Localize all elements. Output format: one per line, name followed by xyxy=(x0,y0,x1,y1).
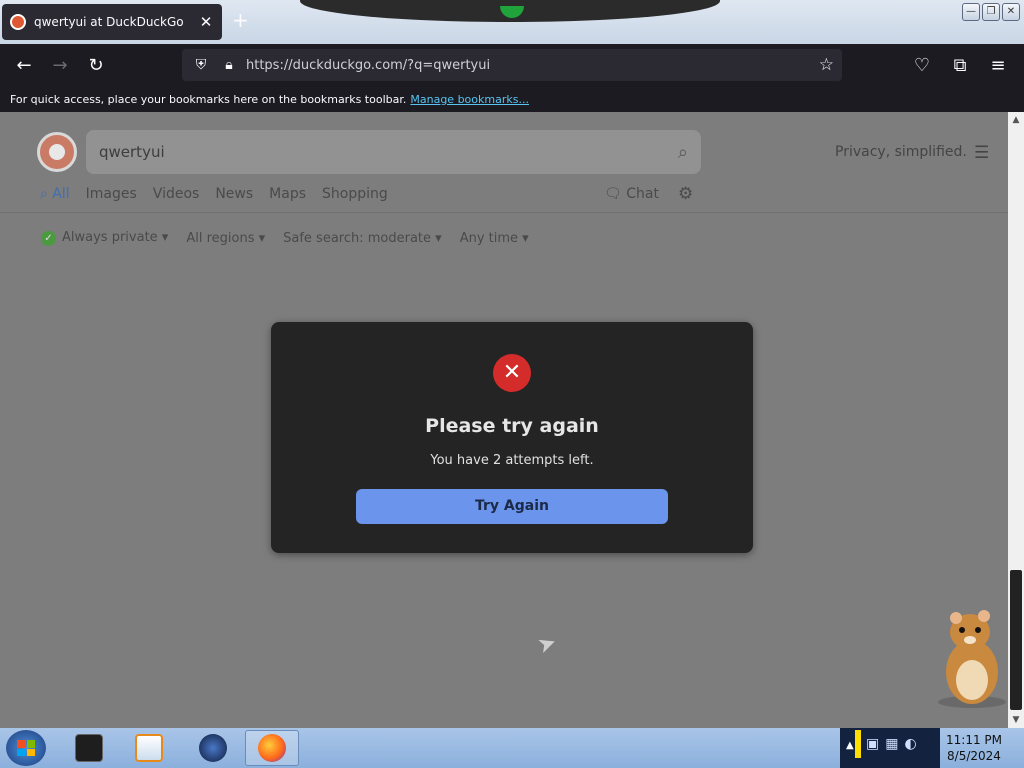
chat-bubble-icon: 🗨︎ xyxy=(604,186,622,202)
minimize-button[interactable]: — xyxy=(962,3,980,21)
taskbar-media-player-app[interactable] xyxy=(122,730,176,766)
taskbar-terminal-app[interactable] xyxy=(62,730,116,766)
tray-expand-icon[interactable]: ▲ xyxy=(846,740,854,751)
url-bar[interactable]: ⛨ 🔒︎ https://duckduckgo.com/?q=qwertyui … xyxy=(182,49,842,81)
search-icon[interactable]: ⌕ xyxy=(678,142,688,163)
forward-button[interactable]: → xyxy=(42,47,78,83)
bookmarks-hint: For quick access, place your bookmarks h… xyxy=(10,92,407,106)
browser-titlebar: qwertyui at DuckDuckGo ✕ + — ❐ ✕ xyxy=(0,0,1024,44)
chat-label: Chat xyxy=(626,186,659,202)
clock-date: 8/5/2024 xyxy=(947,749,1001,763)
tab-images[interactable]: Images xyxy=(86,186,137,202)
error-x-icon: ✕ xyxy=(493,354,531,392)
scroll-up-arrow[interactable]: ▲ xyxy=(1008,112,1024,128)
pocket-icon[interactable]: ♡ xyxy=(904,47,940,83)
scroll-thumb[interactable] xyxy=(1010,570,1022,710)
hamster-desktop-pet[interactable] xyxy=(930,608,1008,708)
duckduckgo-favicon-icon xyxy=(10,14,26,30)
tray-highlight xyxy=(855,730,861,758)
filter-bar: ✓ Always private ▾ All regions ▾ Safe sea… xyxy=(41,230,529,246)
tray-icons: ▣ ▦ ◐ xyxy=(866,736,917,752)
toolbar-right: ♡ ⧉ ≡ xyxy=(904,47,1016,83)
search-tabs: ⌕ All Images Videos News Maps Shopping xyxy=(40,186,388,202)
duckduckgo-logo[interactable] xyxy=(37,132,77,172)
safe-search-filter[interactable]: Safe search: moderate ▾ xyxy=(283,231,442,246)
error-dialog: ✕ Please try again You have 2 attempts l… xyxy=(271,322,753,553)
reload-button[interactable]: ↻ xyxy=(78,47,114,83)
privacy-filter[interactable]: ✓ Always private ▾ xyxy=(41,230,168,246)
tabs-divider xyxy=(0,212,1008,213)
tab-news[interactable]: News xyxy=(215,186,253,202)
scroll-down-arrow[interactable]: ▼ xyxy=(1008,712,1024,728)
shield-icon[interactable]: ⛨ xyxy=(190,57,212,73)
browser-tab[interactable]: qwertyui at DuckDuckGo ✕ xyxy=(2,4,222,40)
extensions-icon[interactable]: ⧉ xyxy=(942,47,978,83)
clock-time: 11:11 PM xyxy=(946,733,1002,747)
manage-bookmarks-link[interactable]: Manage bookmarks... xyxy=(410,93,529,106)
navigation-toolbar: ← → ↻ ⛨ 🔒︎ https://duckduckgo.com/?q=qwe… xyxy=(0,44,1024,86)
new-tab-button[interactable]: + xyxy=(232,10,249,30)
duck-face-icon xyxy=(49,144,65,160)
taskbar-clock[interactable]: 11:11 PM 8/5/2024 xyxy=(940,732,1008,764)
tab-close-icon[interactable]: ✕ xyxy=(198,13,214,31)
taskbar-globe-app[interactable] xyxy=(186,730,240,766)
check-icon: ✓ xyxy=(41,231,56,246)
restore-button[interactable]: ❐ xyxy=(982,3,1000,21)
tab-title: qwertyui at DuckDuckGo xyxy=(34,15,184,29)
lock-icon[interactable]: 🔒︎ xyxy=(218,57,240,73)
dialog-message: You have 2 attempts left. xyxy=(430,453,594,468)
search-input[interactable]: qwertyui ⌕ xyxy=(86,130,701,174)
page-scrollbar[interactable]: ▲ ▼ xyxy=(1008,112,1024,728)
url-text[interactable]: https://duckduckgo.com/?q=qwertyui xyxy=(246,58,819,73)
tab-all-label: All xyxy=(52,186,70,202)
try-again-button[interactable]: Try Again xyxy=(356,489,668,524)
menu-icon[interactable]: ☰ xyxy=(974,143,989,163)
tab-videos[interactable]: Videos xyxy=(153,186,200,202)
network-icon[interactable]: ▣ xyxy=(866,736,879,752)
chat-button[interactable]: 🗨︎ Chat xyxy=(604,186,659,202)
privacy-filter-label: Always private ▾ xyxy=(62,230,169,245)
terminal-icon xyxy=(75,734,103,762)
settings-gear-icon[interactable]: ⚙ xyxy=(678,184,693,204)
tab-maps[interactable]: Maps xyxy=(269,186,306,202)
bookmarks-toolbar: For quick access, place your bookmarks h… xyxy=(0,86,1024,112)
time-filter[interactable]: Any time ▾ xyxy=(460,231,529,246)
tagline: Privacy, simplified. xyxy=(835,144,967,160)
window-controls: — ❐ ✕ xyxy=(962,3,1020,21)
windows-logo-icon xyxy=(17,740,35,756)
close-window-button[interactable]: ✕ xyxy=(1002,3,1020,21)
globe-icon xyxy=(199,734,227,762)
back-button[interactable]: ← xyxy=(6,47,42,83)
windows-taskbar: ▲ ▣ ▦ ◐ 11:11 PM 8/5/2024 xyxy=(0,728,1024,768)
tab-shopping[interactable]: Shopping xyxy=(322,186,388,202)
region-filter[interactable]: All regions ▾ xyxy=(186,231,265,246)
bookmark-star-icon[interactable]: ☆ xyxy=(819,55,834,75)
firefox-icon xyxy=(258,734,286,762)
taskbar-firefox-app[interactable] xyxy=(245,730,299,766)
media-player-icon xyxy=(135,734,163,762)
start-button[interactable] xyxy=(6,730,46,766)
tab-all[interactable]: ⌕ All xyxy=(40,186,70,202)
search-query[interactable]: qwertyui xyxy=(99,143,678,161)
app-menu-icon[interactable]: ≡ xyxy=(980,47,1016,83)
volume-icon[interactable]: ◐ xyxy=(904,736,916,752)
display-icon[interactable]: ▦ xyxy=(885,736,898,752)
dialog-title: Please try again xyxy=(425,415,599,437)
